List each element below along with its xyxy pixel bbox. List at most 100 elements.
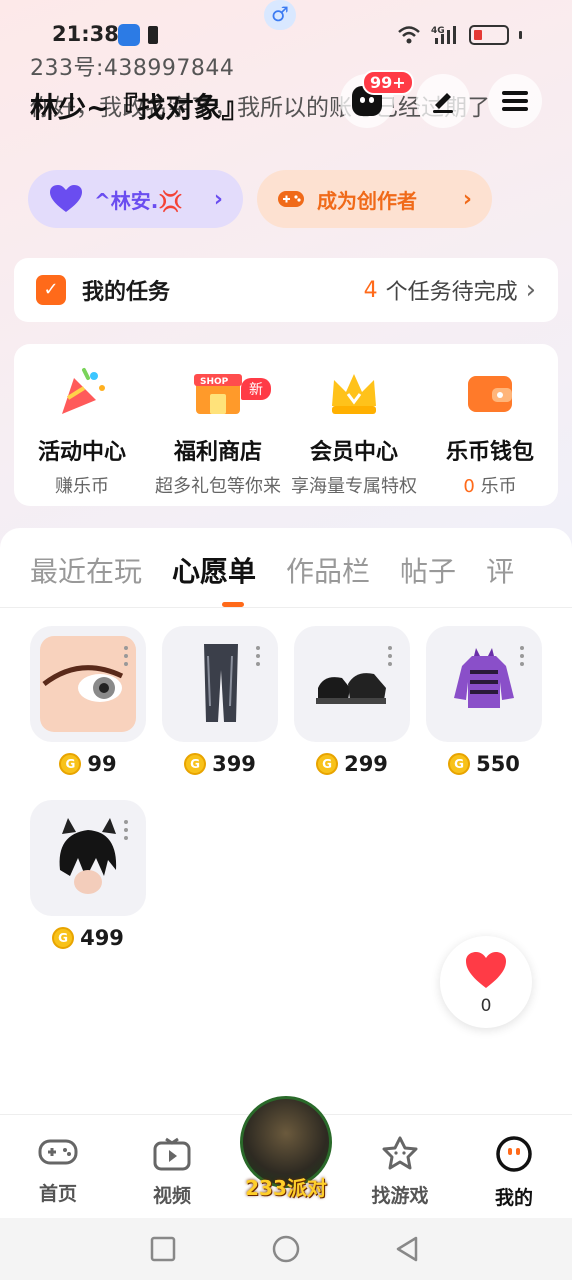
item-price: G 399 — [162, 752, 278, 776]
price-value: 550 — [476, 752, 520, 776]
wishlist-item[interactable]: G 299 — [294, 626, 410, 776]
alert-notification-icon — [148, 26, 158, 44]
heart-icon — [50, 185, 82, 212]
my-tasks-card[interactable]: ✓ 我的任务 4 个任务待完成 › — [14, 258, 558, 322]
user-id: 233号:438997844 — [30, 56, 235, 81]
tasks-count: 4 — [363, 277, 378, 303]
tasks-suffix: 个任务待完成 — [385, 280, 518, 305]
nav-label: 找游戏 — [371, 1185, 429, 1207]
become-creator-button[interactable]: 成为创作者 › — [257, 170, 492, 228]
services-card: 活动中心 赚乐币 SHOP 新 福利商店 超多礼包等你来 会员中心 享海量专属特… — [14, 344, 558, 506]
tab-wishlist[interactable]: 心愿单 — [142, 550, 256, 610]
pen-icon — [433, 93, 453, 113]
price-value: 399 — [212, 752, 256, 776]
item-thumbnail — [294, 626, 410, 742]
new-badge: 新 — [241, 378, 271, 400]
chevron-right-icon: › — [525, 275, 536, 305]
wallet-icon — [468, 376, 512, 412]
nav-video[interactable]: 视频 — [122, 1135, 222, 1208]
more-options-icon[interactable] — [256, 646, 260, 670]
item-thumbnail — [30, 626, 146, 742]
service-sub: 0 乐币 — [425, 472, 555, 498]
jeans-icon — [204, 644, 238, 722]
hair-icon — [59, 818, 117, 894]
price-value: 299 — [344, 752, 388, 776]
status-right-icons: 4G — [397, 24, 522, 46]
hamburger-icon — [502, 87, 528, 115]
wishlist-item[interactable]: G 99 — [30, 626, 146, 776]
service-name: 活动中心 — [37, 440, 126, 465]
tasks-title: 我的任务 — [82, 280, 171, 305]
item-price: G 299 — [294, 752, 410, 776]
friend-pill-label: ^林安.💢 — [94, 188, 184, 213]
signal-icon: 4G — [431, 26, 456, 44]
more-options-icon[interactable] — [124, 820, 128, 844]
coin-icon: G — [52, 927, 75, 949]
video-icon — [153, 1137, 191, 1171]
gamepad-small-icon — [278, 191, 304, 207]
coin-icon: G — [448, 753, 471, 775]
edit-profile-button[interactable] — [416, 74, 470, 128]
eye-makeup-icon — [40, 636, 136, 732]
more-options-icon[interactable] — [124, 646, 128, 670]
nav-label: 视频 — [152, 1185, 191, 1207]
coin-icon: G — [184, 753, 207, 775]
crown-icon — [332, 374, 376, 414]
nav-home[interactable]: 首页 — [8, 1135, 108, 1206]
item-price: G 550 — [426, 752, 542, 776]
item-price: G 99 — [30, 752, 146, 776]
status-time: 21:38 — [52, 22, 119, 46]
item-thumbnail — [426, 626, 542, 742]
male-gender-icon: ♂ — [264, 0, 296, 30]
user-nickname[interactable]: 林少~『找对象』 — [30, 86, 249, 126]
home-icon[interactable] — [272, 1235, 300, 1263]
tab-reviews[interactable]: 评 — [456, 550, 514, 610]
menu-button[interactable] — [488, 74, 542, 128]
battery-tip — [519, 31, 522, 39]
service-name: 福利商店 — [173, 440, 262, 465]
hoodie-icon — [454, 648, 514, 708]
nav-me[interactable]: 我的 — [464, 1135, 564, 1210]
wifi-icon — [398, 26, 420, 44]
price-value: 499 — [80, 926, 124, 950]
service-name: 会员中心 — [309, 440, 398, 465]
like-count: 0 — [480, 996, 492, 1016]
recent-apps-icon[interactable] — [150, 1236, 176, 1262]
member-center-button[interactable]: 会员中心 享海量专属特权 — [289, 364, 419, 506]
shoes-icon — [316, 673, 386, 704]
friend-pill[interactable]: ^林安.💢 › — [28, 170, 243, 228]
more-options-icon[interactable] — [388, 646, 392, 670]
tab-posts[interactable]: 帖子 — [370, 550, 456, 610]
back-icon[interactable] — [394, 1235, 420, 1263]
more-options-icon[interactable] — [520, 646, 524, 670]
coin-icon: G — [316, 753, 339, 775]
welfare-shop-button[interactable]: SHOP 新 福利商店 超多礼包等你来 — [153, 364, 283, 506]
message-badge: 99+ — [362, 70, 414, 95]
service-sub: 超多礼包等你来 — [155, 476, 281, 497]
creator-label: 成为创作者 — [317, 188, 417, 213]
star-icon — [382, 1136, 418, 1170]
wishlist-item[interactable]: G 499 — [30, 800, 146, 950]
chevron-right-icon: › — [213, 186, 223, 212]
party-label[interactable]: 233派对 — [238, 1172, 334, 1201]
item-thumbnail — [30, 800, 146, 916]
item-price: G 499 — [30, 926, 146, 950]
item-thumbnail — [162, 626, 278, 742]
service-name: 乐币钱包 — [445, 440, 534, 465]
like-button[interactable]: 0 — [440, 936, 532, 1028]
tabs-divider — [0, 607, 572, 608]
nav-find-games[interactable]: 找游戏 — [350, 1135, 450, 1208]
nav-label: 首页 — [38, 1183, 77, 1205]
gamepad-icon — [38, 1139, 78, 1165]
tab-works[interactable]: 作品栏 — [256, 550, 370, 610]
activity-center-button[interactable]: 活动中心 赚乐币 — [17, 364, 147, 506]
chevron-right-icon: › — [462, 186, 472, 212]
calendar-check-icon: ✓ — [36, 275, 66, 305]
tab-recently-played[interactable]: 最近在玩 — [0, 550, 142, 610]
price-value: 99 — [87, 752, 117, 776]
wishlist-item[interactable]: G 550 — [426, 626, 542, 776]
coin-wallet-button[interactable]: 乐币钱包 0 乐币 — [425, 364, 555, 506]
coin-icon: G — [59, 753, 82, 775]
party-popper-icon — [62, 368, 105, 414]
wishlist-item[interactable]: G 399 — [162, 626, 278, 776]
